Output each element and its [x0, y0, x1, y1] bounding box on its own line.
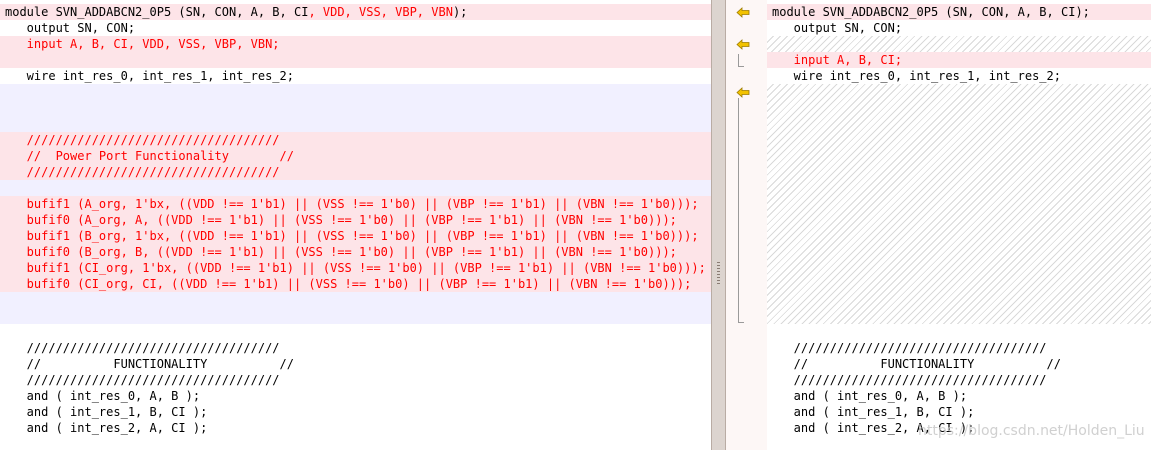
- functionality-separator-bottom[interactable]: ///////////////////////////////////: [0, 372, 711, 388]
- input-line[interactable]: input A, B, CI;: [767, 52, 1151, 68]
- and-gate-line[interactable]: and ( int_res_1, B, CI );: [767, 404, 1151, 420]
- wire-line[interactable]: wire int_res_0, int_res_1, int_res_2;: [767, 68, 1151, 84]
- and-gate-line[interactable]: and ( int_res_1, B, CI );: [0, 404, 711, 420]
- functionality-title[interactable]: // FUNCTIONALITY //: [767, 356, 1151, 372]
- output-line[interactable]: output SN, CON;: [767, 20, 1151, 36]
- left-code-pane[interactable]: module SVN_ADDABCN2_0P5 (SN, CON, A, B, …: [0, 0, 711, 450]
- missing-lines-hatch: [767, 84, 1151, 324]
- bufif-line[interactable]: bufif0 (A_org, A, ((VDD !== 1'b1) || (VS…: [0, 212, 711, 228]
- and-gate-line[interactable]: and ( int_res_0, A, B );: [0, 388, 711, 404]
- module-header-added-ports: , VDD, VSS, VBP, VBN: [308, 5, 453, 19]
- and-gate-line[interactable]: and ( int_res_2, A, CI );: [0, 420, 711, 436]
- functionality-separator-top[interactable]: ///////////////////////////////////: [767, 340, 1151, 356]
- merge-left-arrow-icon[interactable]: [736, 39, 750, 50]
- power-port-separator-top[interactable]: ///////////////////////////////////: [0, 132, 711, 148]
- functionality-separator-bottom[interactable]: ///////////////////////////////////: [767, 372, 1151, 388]
- blank-diff-line: [0, 180, 711, 196]
- input-line: input A, B, CI, VDD, VSS, VBP, VBN;: [5, 37, 280, 51]
- right-code-pane[interactable]: module SVN_ADDABCN2_0P5 (SN, CON, A, B, …: [767, 0, 1151, 450]
- power-port-separator-bottom[interactable]: ///////////////////////////////////: [0, 164, 711, 180]
- module-header-tail: );: [1075, 5, 1090, 19]
- merge-left-arrow-icon[interactable]: [736, 87, 750, 98]
- functionality-separator-top[interactable]: ///////////////////////////////////: [0, 340, 711, 356]
- functionality-title[interactable]: // FUNCTIONALITY //: [0, 356, 711, 372]
- module-header-text: module SVN_ADDABCN2_0P5 (SN, CON, A, B, …: [772, 5, 1076, 19]
- wire-line[interactable]: wire int_res_0, int_res_1, int_res_2;: [0, 68, 711, 84]
- diff-gutter: [726, 0, 767, 450]
- splitter-grip-icon[interactable]: [717, 262, 720, 286]
- bufif-line[interactable]: bufif0 (CI_org, CI, ((VDD !== 1'b1) || (…: [0, 276, 711, 292]
- input-line-block[interactable]: input A, B, CI, VDD, VSS, VBP, VBN;: [0, 36, 711, 68]
- module-header-text: module SVN_ADDABCN2_0P5 (SN, CON, A, B, …: [5, 5, 309, 19]
- blank-diff-block: [0, 84, 711, 132]
- diff-bracket: [738, 54, 744, 67]
- output-line[interactable]: output SN, CON;: [0, 20, 711, 36]
- module-header-line[interactable]: module SVN_ADDABCN2_0P5 (SN, CON, A, B, …: [767, 4, 1151, 20]
- watermark: https://blog.csdn.net/Holden_Liu: [918, 423, 1145, 439]
- and-gate-line[interactable]: and ( int_res_0, A, B );: [767, 388, 1151, 404]
- diff-bracket: [738, 98, 744, 323]
- pane-splitter[interactable]: [711, 0, 726, 450]
- power-port-title[interactable]: // Power Port Functionality //: [0, 148, 711, 164]
- missing-lines-hatch: [767, 36, 1151, 52]
- input-line-text: input A, B, CI;: [772, 53, 903, 67]
- module-header-tail: );: [452, 5, 468, 19]
- module-header-line[interactable]: module SVN_ADDABCN2_0P5 (SN, CON, A, B, …: [0, 4, 711, 20]
- bufif-line[interactable]: bufif1 (B_org, 1'bx, ((VDD !== 1'b1) || …: [0, 228, 711, 244]
- bufif-line[interactable]: bufif0 (B_org, B, ((VDD !== 1'b1) || (VS…: [0, 244, 711, 260]
- merge-left-arrow-icon[interactable]: [736, 7, 750, 18]
- blank-diff-block: [0, 292, 711, 324]
- bufif-line[interactable]: bufif1 (A_org, 1'bx, ((VDD !== 1'b1) || …: [0, 196, 711, 212]
- bufif-line[interactable]: bufif1 (CI_org, 1'bx, ((VDD !== 1'b1) ||…: [0, 260, 711, 276]
